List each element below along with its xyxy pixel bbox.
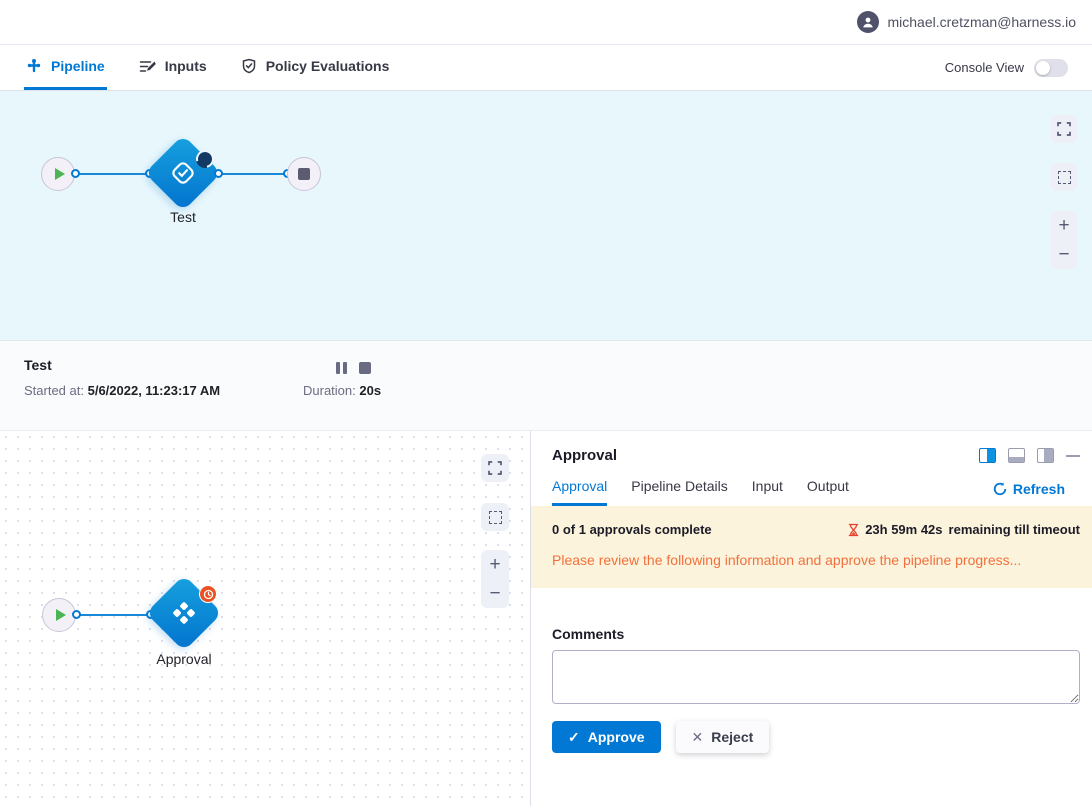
banner-status-row: 0 of 1 approvals complete 23h 59m 42s re… bbox=[552, 522, 1080, 537]
panel-tab-pipeline-details[interactable]: Pipeline Details bbox=[631, 478, 728, 506]
panel-title: Approval bbox=[552, 447, 617, 464]
edge-port bbox=[72, 610, 81, 619]
marquee-icon bbox=[1058, 171, 1071, 184]
duration-value: 20s bbox=[359, 383, 381, 398]
expand-icon bbox=[488, 461, 502, 475]
panel-tab-approval[interactable]: Approval bbox=[552, 478, 607, 506]
duration-label: Duration: bbox=[303, 383, 356, 398]
edge-start-to-approval bbox=[76, 614, 150, 616]
approve-button[interactable]: ✓ Approve bbox=[552, 721, 661, 753]
tab-pipeline-label: Pipeline bbox=[51, 58, 105, 74]
stage-node-label: Test bbox=[123, 209, 243, 225]
tab-policy-evaluations[interactable]: Policy Evaluations bbox=[239, 45, 392, 90]
zoom-controls: + − bbox=[1050, 211, 1078, 269]
user-avatar-icon[interactable] bbox=[857, 11, 879, 33]
zoom-out-button[interactable]: − bbox=[489, 584, 500, 603]
console-view-toggle[interactable] bbox=[1034, 59, 1068, 77]
marquee-select-button[interactable] bbox=[1050, 163, 1078, 191]
view-tabbar: Pipeline Inputs Policy Evaluations Conso… bbox=[0, 45, 1092, 91]
started-at-label: Started at: bbox=[24, 383, 84, 398]
approval-message: Please review the following information … bbox=[552, 552, 1080, 568]
tab-policy-evaluations-label: Policy Evaluations bbox=[266, 58, 390, 74]
top-header: michael.cretzman@harness.io bbox=[0, 0, 1092, 45]
panel-header: Approval bbox=[531, 431, 1092, 464]
tab-inputs-label: Inputs bbox=[165, 58, 207, 74]
edge-port bbox=[71, 169, 80, 178]
check-icon: ✓ bbox=[568, 729, 580, 746]
stop-icon bbox=[298, 168, 310, 180]
timeout-value: 23h 59m 42s bbox=[865, 522, 942, 537]
x-icon: ✕ bbox=[692, 729, 704, 746]
play-icon bbox=[56, 609, 66, 621]
stage-steps-canvas[interactable]: Approval + − bbox=[0, 431, 531, 806]
approval-banner: 0 of 1 approvals complete 23h 59m 42s re… bbox=[531, 506, 1092, 588]
panel-tab-input[interactable]: Input bbox=[752, 478, 783, 506]
zoom-out-button[interactable]: − bbox=[1058, 245, 1069, 264]
pipeline-icon bbox=[26, 58, 42, 74]
zoom-in-button[interactable]: + bbox=[1058, 216, 1069, 235]
reject-button[interactable]: ✕ Reject bbox=[676, 721, 770, 753]
execution-status-bar: Test Started at: 5/6/2022, 11:23:17 AM D… bbox=[0, 341, 1092, 431]
started-at: Started at: 5/6/2022, 11:23:17 AM bbox=[24, 383, 220, 398]
timeout-suffix: remaining till timeout bbox=[949, 522, 1080, 537]
abort-button[interactable] bbox=[359, 362, 371, 374]
hourglass-icon bbox=[848, 523, 859, 537]
fit-to-screen-button[interactable] bbox=[481, 454, 509, 482]
approvals-progress: 0 of 1 approvals complete bbox=[552, 522, 712, 537]
approve-button-label: Approve bbox=[588, 729, 645, 745]
comments-input[interactable] bbox=[552, 650, 1080, 704]
pause-button[interactable] bbox=[336, 362, 347, 374]
step-node-label: Approval bbox=[124, 651, 244, 667]
edge-start-to-test bbox=[75, 173, 150, 175]
refresh-button[interactable]: Refresh bbox=[993, 481, 1065, 506]
pipeline-end-node[interactable] bbox=[287, 157, 321, 191]
approval-actions: ✓ Approve ✕ Reject bbox=[552, 721, 1080, 753]
play-icon bbox=[55, 168, 65, 180]
pipeline-graph-canvas[interactable]: Test + − bbox=[0, 91, 1092, 341]
stage-node-test[interactable] bbox=[145, 135, 221, 211]
tab-pipeline[interactable]: Pipeline bbox=[24, 45, 107, 90]
started-at-value: 5/6/2022, 11:23:17 AM bbox=[88, 383, 221, 398]
edge-test-to-end bbox=[218, 173, 288, 175]
edge-port bbox=[214, 169, 223, 178]
console-view-label: Console View bbox=[945, 60, 1024, 75]
pipeline-execution-page: michael.cretzman@harness.io Pipeline Inp… bbox=[0, 0, 1092, 806]
shield-check-icon bbox=[241, 58, 257, 74]
split-view-icon[interactable] bbox=[979, 448, 996, 463]
user-email: michael.cretzman@harness.io bbox=[887, 14, 1076, 30]
tab-inputs[interactable]: Inputs bbox=[137, 45, 209, 90]
expand-icon bbox=[1057, 122, 1071, 136]
minimize-panel-icon[interactable] bbox=[1066, 455, 1080, 457]
steps-start-node[interactable] bbox=[42, 598, 76, 632]
toggle-knob bbox=[1036, 61, 1050, 75]
refresh-icon bbox=[993, 482, 1007, 496]
marquee-select-button[interactable] bbox=[481, 503, 509, 531]
execution-stage-title: Test bbox=[24, 357, 52, 373]
panel-tabbar: Approval Pipeline Details Input Output R… bbox=[531, 464, 1092, 506]
panel-tab-output[interactable]: Output bbox=[807, 478, 849, 506]
execution-controls bbox=[336, 362, 371, 374]
waiting-timer-badge bbox=[199, 585, 217, 603]
marquee-icon bbox=[489, 511, 502, 524]
fit-to-screen-button[interactable] bbox=[1050, 115, 1078, 143]
reject-button-label: Reject bbox=[711, 729, 753, 745]
step-details-panel: Approval Approval Pipeline Details Input… bbox=[531, 431, 1092, 806]
zoom-controls: + − bbox=[481, 550, 509, 608]
refresh-label: Refresh bbox=[1013, 481, 1065, 497]
pipeline-start-node[interactable] bbox=[41, 157, 75, 191]
bottom-view-icon[interactable] bbox=[1008, 448, 1025, 463]
inputs-icon bbox=[139, 59, 156, 74]
console-view-control: Console View bbox=[945, 45, 1068, 90]
panel-layout-controls bbox=[979, 448, 1080, 463]
duration: Duration: 20s bbox=[303, 383, 381, 398]
timeout-remaining: 23h 59m 42s remaining till timeout bbox=[848, 522, 1080, 537]
comments-label: Comments bbox=[552, 626, 1080, 642]
right-view-icon[interactable] bbox=[1037, 448, 1054, 463]
zoom-in-button[interactable]: + bbox=[489, 555, 500, 574]
comments-section: Comments ✓ Approve ✕ Reject bbox=[531, 588, 1092, 753]
